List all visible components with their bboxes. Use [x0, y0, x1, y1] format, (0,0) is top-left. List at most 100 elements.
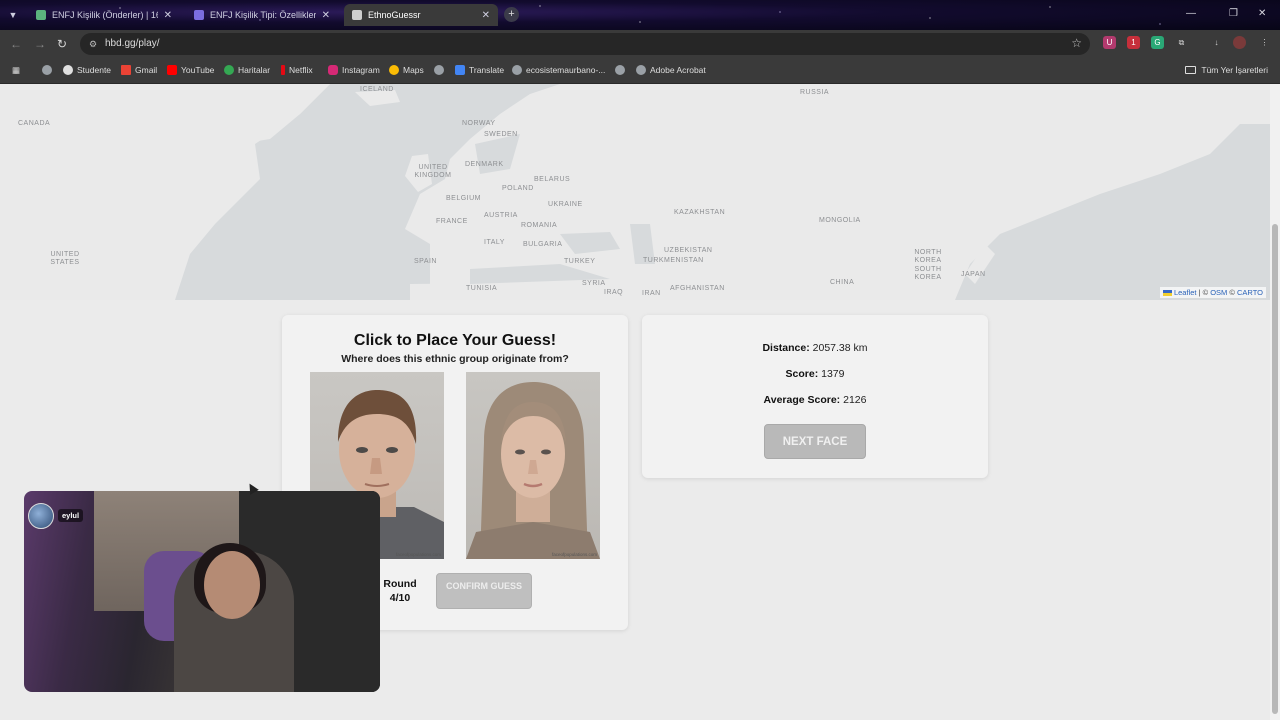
- tab-enfj-kisilik[interactable]: ENFJ Kişilik Tipi: Özellikler, Güçl ✕: [186, 4, 338, 26]
- confirm-guess-button[interactable]: CONFIRM GUESS: [436, 573, 532, 609]
- map-label-iraq: IRAQ: [604, 289, 624, 296]
- bookmark-label: Studente: [77, 65, 112, 75]
- close-tab-icon[interactable]: ✕: [482, 10, 490, 21]
- kebab-menu-icon[interactable]: ⋮: [1258, 36, 1271, 49]
- map-label-turkey: TURKEY: [564, 258, 596, 265]
- site-info-icon[interactable]: ⚙: [87, 38, 99, 50]
- favicon-icon: [194, 10, 204, 20]
- map-label-syria: SYRIA: [582, 280, 606, 287]
- bookmark-label: Maps: [403, 65, 424, 75]
- map-label-united-states: UNITED STATES: [50, 251, 80, 266]
- tab-enfj-16personalities[interactable]: ENFJ Kişilik (Önderler) | 16Person ✕: [28, 4, 180, 26]
- extensions-puzzle-icon[interactable]: ⧉: [1175, 36, 1188, 49]
- map-label-bulgaria: BULGARIA: [523, 241, 563, 248]
- bookmark-label: YouTube: [181, 65, 215, 75]
- forward-arrow-icon[interactable]: →: [34, 37, 46, 51]
- osm-link[interactable]: OSM: [1210, 288, 1227, 297]
- restore-icon[interactable]: ❐: [1229, 8, 1238, 19]
- leaflet-link[interactable]: Leaflet: [1174, 288, 1197, 297]
- tab-ethnoguessr[interactable]: EthnoGuessr ✕: [344, 4, 498, 26]
- bookmark-label: ecosistemaurbano-...: [526, 65, 606, 75]
- map-label-belgium: BELGIUM: [446, 195, 482, 202]
- ukraine-flag-icon: [1162, 290, 1172, 297]
- next-face-button[interactable]: NEXT FACE: [764, 424, 866, 459]
- bookmark-haritalar[interactable]: Haritalar: [224, 65, 270, 75]
- round-value: 4/10: [389, 592, 411, 604]
- round-label: Round: [383, 578, 417, 590]
- map-label-italy: ITALY: [484, 239, 505, 246]
- map-label-united-kingdom: UNITED KINGDOM: [414, 164, 452, 179]
- map-landmass: [0, 84, 1270, 300]
- map-label-canada: CANADA: [18, 120, 51, 127]
- score-value: 1379: [821, 368, 845, 380]
- close-tab-icon[interactable]: ✕: [322, 10, 330, 21]
- carto-link[interactable]: CARTO: [1237, 288, 1263, 297]
- bookmark-label: Translate: [469, 65, 505, 75]
- map-label-china: CHINA: [830, 279, 855, 286]
- reload-icon[interactable]: ↻: [57, 37, 67, 51]
- attribution-separator: ©: [1227, 288, 1238, 297]
- extension-green-icon[interactable]: G: [1151, 36, 1164, 49]
- extension-badge-icon[interactable]: 1: [1127, 36, 1140, 49]
- bookmark-studente[interactable]: Studente: [63, 65, 111, 75]
- close-window-icon[interactable]: ✕: [1258, 8, 1266, 19]
- map-label-uzbekistan: UZBEKISTAN: [664, 247, 713, 254]
- bookmark-netflix[interactable]: Netflix: [281, 65, 313, 75]
- score-stat: Score: 1379: [642, 368, 988, 380]
- bookmark-item[interactable]: [434, 65, 448, 75]
- score-label: Score:: [785, 368, 819, 380]
- download-icon[interactable]: ↓: [1210, 36, 1223, 49]
- translate-icon: [455, 65, 465, 75]
- bookmark-youtube[interactable]: YouTube: [167, 65, 214, 75]
- maps-pin-icon: [224, 65, 234, 75]
- globe-icon: [512, 65, 522, 75]
- apps-grid-icon[interactable]: ▦: [12, 65, 20, 76]
- tab-title: ENFJ Kişilik (Önderler) | 16Person: [52, 10, 158, 20]
- maps-pin-icon: [389, 65, 399, 75]
- extension-shield-icon[interactable]: U: [1103, 36, 1116, 49]
- female-face-image: faceofpopulations.com: [466, 372, 600, 559]
- bookmark-instagram[interactable]: Instagram: [328, 65, 380, 75]
- bookmark-translate[interactable]: Translate: [455, 65, 504, 75]
- bookmark-maps[interactable]: Maps: [389, 65, 424, 75]
- bookmark-item[interactable]: [615, 65, 629, 75]
- map-label-russia: RUSSIA: [800, 89, 830, 96]
- url-text[interactable]: hbd.gg/play/: [105, 38, 160, 49]
- map-label-poland: POLAND: [502, 185, 534, 192]
- bookmark-item[interactable]: [42, 65, 56, 75]
- tab-title: ENFJ Kişilik Tipi: Özellikler, Güçl: [210, 10, 316, 20]
- globe-icon: [615, 65, 625, 75]
- minimize-icon[interactable]: —: [1186, 8, 1196, 19]
- map-label-kazakhstan: KAZAKHSTAN: [674, 209, 726, 216]
- new-tab-icon[interactable]: +: [504, 7, 519, 22]
- attribution-separator: | ©: [1196, 288, 1211, 297]
- browser-tab-strip: ▼ ENFJ Kişilik (Önderler) | 16Person ✕ E…: [0, 0, 1280, 30]
- back-arrow-icon[interactable]: ←: [10, 37, 22, 51]
- scrollbar-thumb[interactable]: [1272, 224, 1278, 714]
- bookmark-gmail[interactable]: Gmail: [121, 65, 157, 75]
- world-map[interactable]: ICELAND RUSSIA CANADA NORWAY SWEDEN DENM…: [0, 84, 1270, 300]
- map-label-denmark: DENMARK: [465, 161, 504, 168]
- webcam-streamer-face: [204, 551, 260, 619]
- bookmark-adobe-acrobat[interactable]: Adobe Acrobat: [636, 65, 706, 75]
- close-tab-icon[interactable]: ✕: [164, 10, 172, 21]
- address-bar[interactable]: ⚙ hbd.gg/play/ ☆: [80, 33, 1090, 55]
- page-scrollbar[interactable]: [1270, 84, 1280, 720]
- guess-subtitle: Where does this ethnic group originate f…: [341, 353, 569, 365]
- average-score-label: Average Score:: [763, 394, 841, 406]
- streamer-avatar: [28, 503, 54, 529]
- youtube-icon: [167, 65, 177, 75]
- favicon-icon: [352, 10, 362, 20]
- map-attribution: Leaflet | © OSM © CARTO: [1159, 287, 1266, 298]
- all-bookmarks-button[interactable]: Tüm Yer İşaretleri: [1185, 65, 1268, 75]
- distance-value: 2057.38 km: [812, 342, 868, 354]
- profile-avatar-icon[interactable]: [1233, 36, 1246, 49]
- bookmark-label: Adobe Acrobat: [650, 65, 706, 75]
- tab-search-chevron-icon[interactable]: ▼: [5, 7, 21, 23]
- bookmark-star-icon[interactable]: ☆: [1071, 36, 1082, 50]
- webcam-overlay: eylul: [24, 491, 380, 692]
- bookmark-ecosistema[interactable]: ecosistemaurbano-...: [512, 65, 605, 75]
- map-label-romania: ROMANIA: [521, 222, 558, 229]
- folder-icon: [1185, 66, 1197, 74]
- bookmark-label: Instagram: [342, 65, 380, 75]
